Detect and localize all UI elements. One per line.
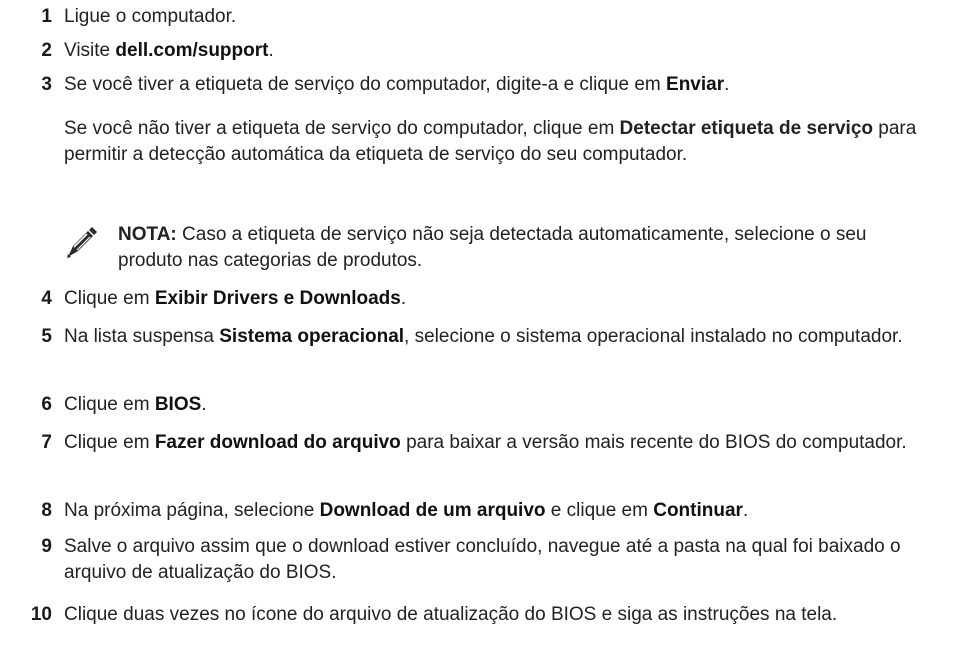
step-text-part: Clique em: [64, 288, 155, 309]
exibir-drivers-label: Exibir Drivers e Downloads: [154, 288, 401, 309]
bios-label: BIOS: [154, 394, 202, 415]
sistema-operacional-label: Sistema operacional: [219, 326, 405, 347]
step-number: 2: [41, 40, 52, 61]
step-text-part: Clique em: [64, 394, 155, 415]
pencil-note-icon: [64, 224, 100, 260]
step-3-paragraph: Se você não tiver a etiqueta de serviço …: [64, 116, 974, 168]
step-text: Visite dell.com/support.: [64, 38, 969, 64]
step-text-part: para baixar a versão mais recente do BIO…: [400, 432, 907, 453]
step-text: Ligue o computador.: [64, 4, 969, 30]
step-text-part: Clique em: [64, 432, 155, 453]
step-text: Clique duas vezes no ícone do arquivo de…: [64, 602, 964, 628]
step-text: Clique em BIOS.: [64, 392, 969, 418]
note-body: Caso a etiqueta de serviço não seja dete…: [118, 224, 867, 271]
step-text-part: Na próxima página, selecione: [64, 500, 320, 521]
enviar-label: Enviar: [666, 74, 725, 95]
step-text: Clique em Exibir Drivers e Downloads.: [64, 286, 969, 312]
step-text-part: Clique duas vezes no ícone do arquivo de…: [64, 604, 838, 625]
step-text-part: , selecione o sistema operacional instal…: [404, 326, 903, 347]
step-text-part: .: [724, 74, 730, 95]
step-text-part: .: [268, 40, 274, 61]
step-number: 5: [41, 326, 52, 347]
step-text: Salve o arquivo assim que o download est…: [64, 534, 904, 586]
step-number: 3: [41, 74, 52, 95]
step-text-part: e clique em: [545, 500, 654, 521]
step-text-part: .: [742, 500, 749, 521]
detectar-etiqueta-label: Detectar etiqueta de serviço: [619, 118, 873, 139]
step-text-part: Visite: [64, 40, 116, 61]
note-text: NOTA: Caso a etiqueta de serviço não sej…: [118, 222, 918, 274]
step-text-part: Ligue o computador.: [64, 6, 237, 27]
download-arquivo-label: Download de um arquivo: [319, 500, 546, 521]
step-text-part: Se você tiver a etiqueta de serviço do c…: [64, 74, 667, 95]
step-text: Na lista suspensa Sistema operacional, s…: [64, 324, 934, 350]
step-text: Se você tiver a etiqueta de serviço do c…: [64, 72, 969, 98]
step-number: 1: [41, 6, 52, 27]
step-text-part: Na lista suspensa: [64, 326, 220, 347]
step-number: 7: [41, 432, 52, 453]
fazer-download-label: Fazer download do arquivo: [154, 432, 401, 453]
instructions-document: 1 Ligue o computador. 2 Visite dell.com/…: [0, 0, 977, 655]
step-number: 8: [41, 500, 52, 521]
step-text-part: Salve o arquivo assim que o download est…: [64, 536, 901, 583]
step-number: 6: [41, 394, 52, 415]
paragraph-text: Se você não tiver a etiqueta de serviço …: [64, 118, 620, 139]
step-number: 9: [41, 536, 52, 557]
step-text: Clique em Fazer download do arquivo para…: [64, 430, 934, 456]
step-text-part: .: [400, 288, 407, 309]
step-text: Na próxima página, selecione Download de…: [64, 498, 969, 524]
step-number: 4: [41, 288, 52, 309]
step-number: 10: [30, 604, 52, 625]
continuar-label: Continuar: [653, 500, 743, 521]
step-text-part: .: [201, 394, 207, 415]
note-label: NOTA:: [118, 224, 177, 245]
support-url: dell.com/support: [115, 40, 269, 61]
